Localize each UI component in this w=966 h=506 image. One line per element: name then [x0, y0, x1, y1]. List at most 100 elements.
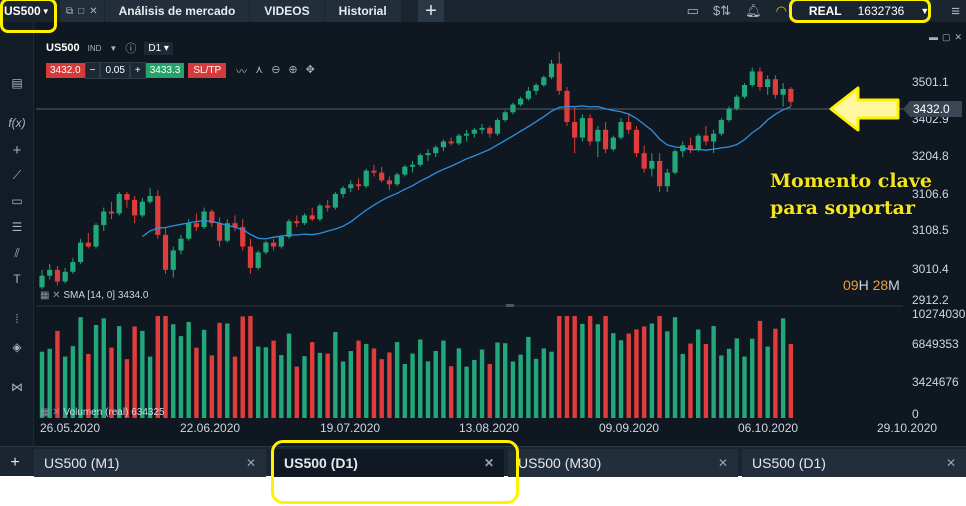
- volume-bar: [333, 332, 338, 418]
- close-icon[interactable]: ✕: [246, 456, 256, 470]
- price-chart[interactable]: 3501.1 3402.9 3204.8 3106.6 3108.5 3010.…: [0, 22, 966, 446]
- chart-tab-label: US500 (D1): [284, 455, 358, 471]
- add-tab-button[interactable]: +: [418, 0, 444, 22]
- close-icon[interactable]: ✕: [89, 6, 97, 17]
- volume-bar: [394, 342, 400, 418]
- annotation-line: para soportar: [770, 197, 915, 219]
- volume-bar: [140, 330, 145, 418]
- chart-tab-label: US500 (D1): [752, 455, 826, 471]
- layout-icon[interactable]: ▭: [687, 3, 699, 19]
- add-chart-button[interactable]: +: [0, 449, 30, 477]
- volume-bar: [101, 318, 106, 418]
- volume-bar: [626, 333, 631, 418]
- volume-bar: [448, 366, 454, 418]
- volume-group: [39, 316, 794, 418]
- volume-bar: [425, 361, 431, 418]
- candle-down: [487, 127, 493, 134]
- candle-down: [309, 215, 315, 220]
- volume-bar: [750, 338, 755, 418]
- volume-bar: [132, 326, 137, 418]
- candle-up: [139, 201, 145, 216]
- volume-bar: [572, 316, 577, 418]
- tab-market-analysis[interactable]: Análisis de mercado: [104, 0, 250, 22]
- date-tick: 09.09.2020: [599, 421, 659, 435]
- chart-tab-label: US500 (M1): [44, 455, 120, 471]
- candle-up: [70, 262, 76, 272]
- chart-tab[interactable]: US500 (D1) ✕: [742, 449, 966, 477]
- candle-down: [757, 71, 763, 88]
- candle-down: [587, 118, 593, 142]
- candle-up: [101, 211, 107, 226]
- volume-bar: [441, 340, 446, 418]
- chart-tab-active[interactable]: US500 (D1) ✕: [274, 449, 504, 477]
- date-tick: 29.10.2020: [877, 421, 937, 435]
- volume-bar: [286, 333, 292, 418]
- current-price-label: 3432.0: [913, 102, 950, 116]
- candle-up: [116, 193, 122, 214]
- candle-down: [657, 160, 663, 187]
- volume-label[interactable]: ▦ ✕ Volumen (real) 634325: [40, 407, 165, 418]
- candle-up: [765, 79, 771, 88]
- candle-down: [355, 184, 362, 187]
- volume-bar: [641, 326, 647, 418]
- date-tick: 22.06.2020: [180, 421, 240, 435]
- popout-icon[interactable]: ⧉: [66, 6, 73, 17]
- volume-bar: [232, 356, 238, 418]
- volume-bar: [271, 340, 276, 418]
- annotation-arrow: [829, 86, 900, 132]
- volume-bar: [302, 356, 307, 418]
- candle-down: [556, 63, 562, 91]
- dollar-icon[interactable]: $⇅: [713, 3, 731, 19]
- volume-bar: [495, 342, 500, 418]
- candle-up: [394, 174, 400, 185]
- price-tick: 3501.1: [912, 75, 949, 89]
- candle-up: [456, 135, 462, 144]
- symbol-selector[interactable]: US500 ▼: [4, 0, 50, 22]
- candles-group: [39, 52, 794, 290]
- volume-bar: [325, 353, 330, 418]
- volume-bar: [178, 336, 184, 418]
- volume-bar: [711, 326, 716, 418]
- chart-tab[interactable]: US500 (M30) ✕: [508, 449, 738, 477]
- maximize-icon[interactable]: □: [78, 6, 84, 17]
- price-tick: 3204.8: [912, 149, 949, 163]
- candle-down: [108, 211, 115, 214]
- volume-bar: [618, 340, 624, 418]
- price-tick: 3010.4: [912, 262, 949, 276]
- volume-bar: [719, 355, 724, 418]
- close-icon[interactable]: ✕: [484, 456, 494, 470]
- candle-down: [602, 129, 609, 150]
- candle-up: [494, 120, 501, 134]
- candle-down: [448, 141, 454, 144]
- candle-up: [464, 133, 470, 136]
- chart-tab-label: US500 (M30): [518, 455, 602, 471]
- volume-bar: [518, 354, 523, 418]
- volume-bar: [117, 326, 122, 418]
- candle-countdown: 09H 28M: [843, 277, 900, 293]
- volume-bar: [765, 346, 770, 418]
- volume-bar: [780, 318, 786, 418]
- menu-icon[interactable]: ≡: [951, 3, 960, 20]
- candle-up: [664, 172, 670, 187]
- account-selector[interactable]: REAL 1632736 ▼: [801, 4, 937, 18]
- chart-tab[interactable]: US500 (M1) ✕: [34, 449, 266, 477]
- pane-resize-handle[interactable]: [506, 304, 514, 307]
- tab-history[interactable]: Historial: [324, 0, 401, 22]
- tab-videos[interactable]: VIDEOS: [250, 0, 324, 22]
- candle-down: [85, 242, 91, 247]
- candle-down: [379, 172, 385, 181]
- candle-up: [471, 129, 477, 134]
- candle-up: [186, 223, 192, 239]
- volume-bar: [688, 343, 693, 418]
- bell-icon[interactable]: 🔔︎: [745, 3, 762, 19]
- volume-bar: [564, 316, 570, 418]
- candle-up: [734, 96, 740, 109]
- volume-bar: [279, 355, 284, 418]
- volume-bar: [255, 346, 261, 418]
- candle-up: [479, 127, 485, 130]
- close-icon[interactable]: ✕: [946, 456, 956, 470]
- volume-bar: [263, 347, 269, 418]
- volume-bar: [402, 363, 408, 418]
- sma-label[interactable]: ▦ ✕ SMA [14, 0] 3434.0: [40, 290, 149, 301]
- close-icon[interactable]: ✕: [718, 456, 728, 470]
